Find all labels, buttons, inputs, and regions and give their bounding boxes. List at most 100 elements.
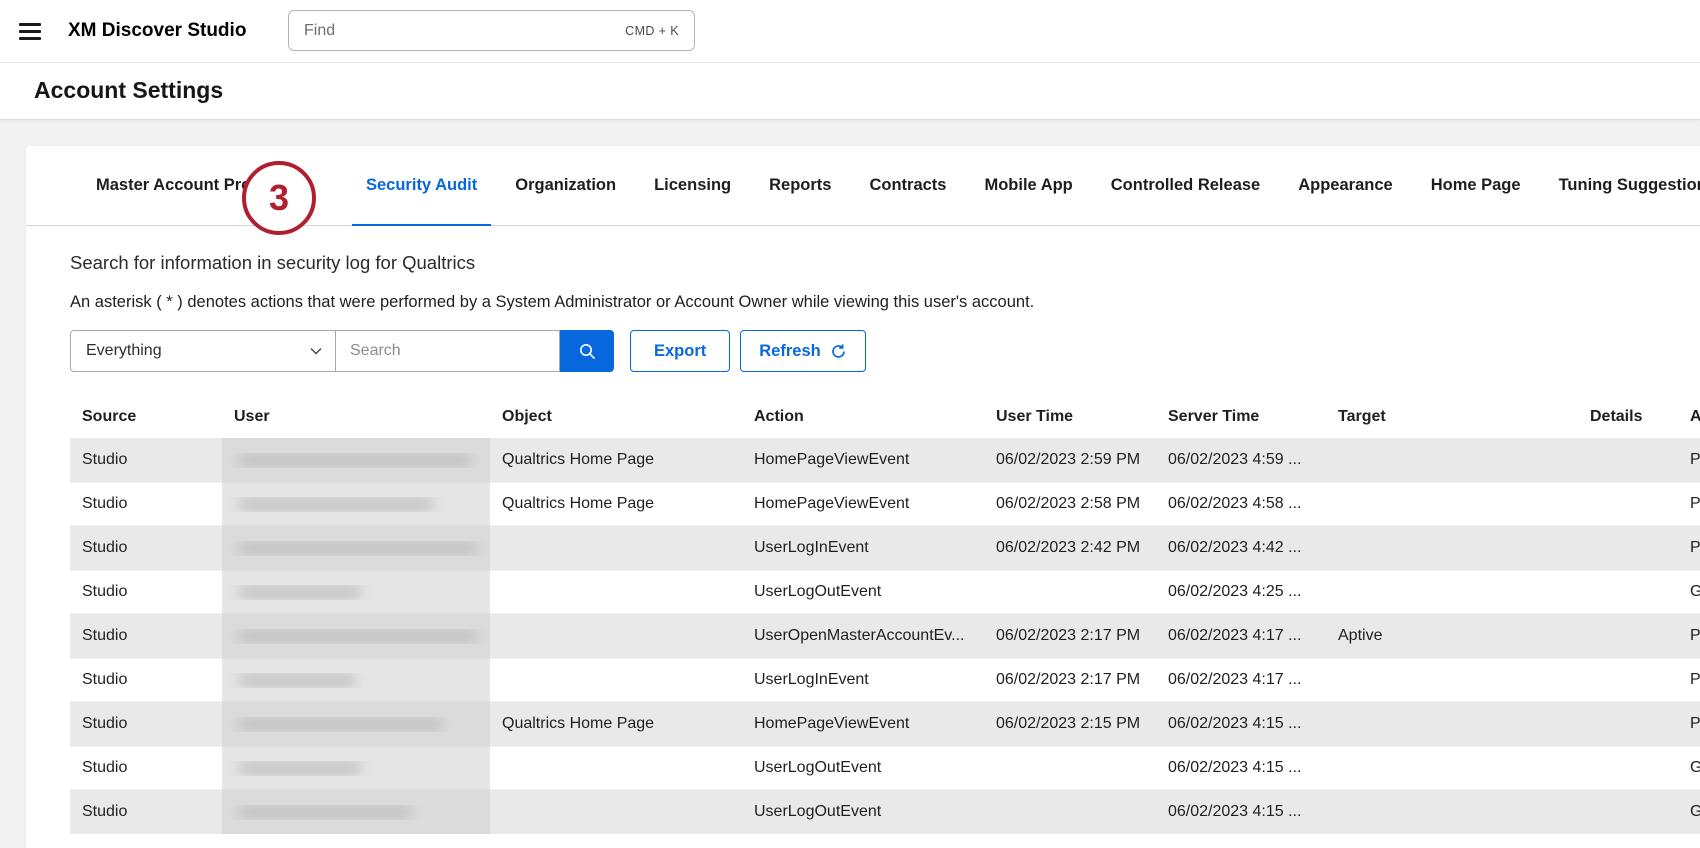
col-user: User [222,408,490,426]
redacted-user-blur [238,761,362,776]
cell-object: Qualtrics Home Page [490,451,742,469]
app-title: XM Discover Studio [68,20,246,42]
redacted-user-blur [238,453,472,468]
tab-organization[interactable]: Organization [501,146,630,225]
cell-api: POST [1678,671,1700,689]
cell-server-time: 06/02/2023 4:15 ... [1156,715,1326,733]
tab-controlled-release[interactable]: Controlled Release [1097,146,1274,225]
settings-card: Master Account Prop Security Audit Organiz… [26,146,1700,848]
cell-user-time: 06/02/2023 2:15 PM [984,715,1156,733]
asterisk-note: An asterisk ( * ) denotes actions that w… [70,293,1700,312]
cell-source: Studio [70,715,222,733]
find-input[interactable] [289,22,625,40]
cell-user [222,453,490,468]
col-api: API [1678,408,1700,426]
cell-user [222,541,490,556]
cell-object: Qualtrics Home Page [490,715,742,733]
page-title: Account Settings [34,77,223,104]
table-row: StudioQualtrics Home PageHomePageViewEve… [70,702,1700,746]
cell-action: UserLogInEvent [742,539,984,557]
tab-label: Security Audit [366,176,477,195]
tab-security-audit[interactable]: Security Audit [352,146,491,225]
cell-user [222,629,490,644]
tab-tuning-suggestions[interactable]: Tuning Suggestions [1545,146,1700,225]
tab-licensing[interactable]: Licensing [640,146,745,225]
search-button[interactable] [560,330,614,372]
cell-action: HomePageViewEvent [742,495,984,513]
tab-contracts[interactable]: Contracts [855,146,960,225]
cell-server-time: 06/02/2023 4:25 ... [1156,583,1326,601]
tab-label: Controlled Release [1111,176,1260,195]
export-button[interactable]: Export [630,330,730,372]
cell-user-time: 06/02/2023 2:58 PM [984,495,1156,513]
table-header-row: Source User Object Action User Time Serv… [70,396,1700,438]
cell-action: UserLogOutEvent [742,803,984,821]
cell-source: Studio [70,803,222,821]
table-row: StudioUserLogInEvent06/02/2023 2:17 PM06… [70,658,1700,702]
cell-source: Studio [70,759,222,777]
tab-home-page[interactable]: Home Page [1417,146,1535,225]
chevron-down-icon [310,347,322,355]
table-row: Studio Qualtrics Home PageHomePageViewEve… [70,438,1700,482]
search-icon [577,341,597,361]
cell-server-time: 06/02/2023 4:15 ... [1156,759,1326,777]
cell-source: Studio [70,583,222,601]
tab-appearance[interactable]: Appearance [1284,146,1406,225]
col-action: Action [742,408,984,426]
cell-user [222,673,490,688]
cell-target: Aptive [1326,627,1578,645]
cell-server-time: 06/02/2023 4:58 ... [1156,495,1326,513]
menu-icon[interactable] [19,23,41,40]
category-dropdown-value: Everything [86,342,162,360]
redacted-user-blur [238,629,478,644]
cell-source: Studio [70,627,222,645]
cell-source: Studio [70,451,222,469]
cell-object: Qualtrics Home Page [490,495,742,513]
refresh-button[interactable]: Refresh [740,330,865,372]
tab-label: Tuning Suggestions [1559,176,1700,195]
security-log-heading: Search for information in security log f… [70,252,1700,274]
export-button-label: Export [654,342,706,361]
cell-action: HomePageViewEvent [742,451,984,469]
tab-reports[interactable]: Reports [755,146,845,225]
tab-label: Reports [769,176,831,195]
cell-action: UserLogInEvent [742,671,984,689]
col-server-time: Server Time [1156,408,1326,426]
annotation-circle-3: 3 [242,161,316,235]
redacted-user-blur [238,585,362,600]
tab-label: Appearance [1298,176,1392,195]
cell-api: POST [1678,539,1700,557]
tab-label: Mobile App [984,176,1072,195]
cell-user-time: 06/02/2023 2:17 PM [984,627,1156,645]
cell-action: UserLogOutEvent [742,759,984,777]
refresh-button-label: Refresh [759,342,820,361]
col-target: Target [1326,408,1578,426]
col-user-time: User Time [984,408,1156,426]
cell-source: Studio [70,495,222,513]
redacted-user-blur [238,805,412,820]
audit-log-table: Source User Object Action User Time Serv… [70,396,1700,834]
refresh-icon [830,343,847,360]
search-input[interactable] [336,342,559,360]
cell-user-time: 06/02/2023 2:17 PM [984,671,1156,689]
cell-api: GET [1678,583,1700,601]
table-row: Studio UserLogOutEvent 06/02/2023 4:15 ...… [70,746,1700,790]
find-search-box[interactable]: CMD + K [288,10,695,51]
cell-user [222,497,490,512]
cell-server-time: 06/02/2023 4:15 ... [1156,803,1326,821]
cell-api: POST [1678,451,1700,469]
security-audit-panel: Search for information in security log f… [26,252,1700,834]
cell-user-time: 06/02/2023 2:42 PM [984,539,1156,557]
cell-api: POST [1678,627,1700,645]
cell-user [222,761,490,776]
table-row: Studio Qualtrics Home PageHomePageViewEve… [70,482,1700,526]
tab-mobile-app[interactable]: Mobile App [970,146,1086,225]
cell-server-time: 06/02/2023 4:17 ... [1156,671,1326,689]
top-bar: XM Discover Studio CMD + K [0,0,1700,63]
cell-api: GET [1678,759,1700,777]
category-dropdown[interactable]: Everything [70,330,336,372]
tab-label: Master Account Prop [96,176,261,195]
tab-label: Contracts [869,176,946,195]
table-row: StudioUserOpenMasterAccountEv...06/02/20… [70,614,1700,658]
cell-user [222,805,490,820]
